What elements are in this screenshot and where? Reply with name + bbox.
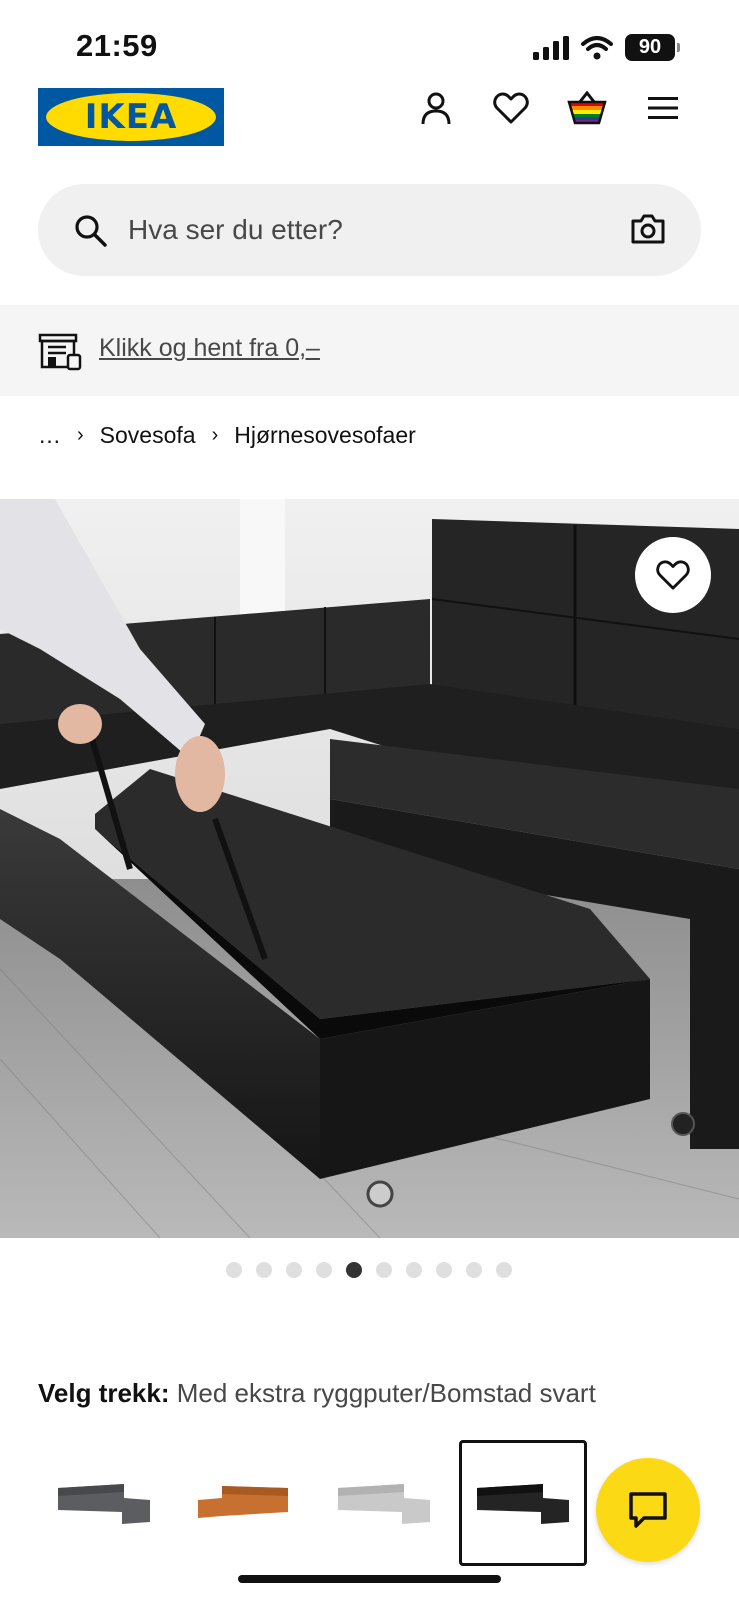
pagination-dot[interactable]: [436, 1262, 452, 1278]
pagination-dot[interactable]: [256, 1262, 272, 1278]
swatch-black-selected[interactable]: [459, 1440, 587, 1566]
image-pagination: [226, 1262, 512, 1278]
breadcrumb-item-sovesofa[interactable]: Sovesofa: [100, 422, 196, 449]
logo-text: IKEA: [84, 97, 178, 137]
status-time: 21:59: [76, 28, 158, 63]
swatch-dark-grey[interactable]: [40, 1440, 168, 1566]
breadcrumb-ellipsis[interactable]: …: [38, 422, 61, 449]
home-indicator[interactable]: [238, 1575, 501, 1583]
camera-icon[interactable]: [630, 213, 666, 245]
breadcrumb-item-hjornesovesofaer[interactable]: Hjørnesovesofaer: [234, 422, 416, 449]
store-icon: [38, 333, 82, 371]
profile-icon[interactable]: [416, 88, 456, 128]
pagination-dot[interactable]: [226, 1262, 242, 1278]
signal-icon: [533, 35, 569, 60]
add-to-favourites-button[interactable]: [635, 537, 711, 613]
sofa-thumbnail: [58, 1484, 150, 1524]
pagination-dot[interactable]: [316, 1262, 332, 1278]
sofa-thumbnail: [477, 1484, 569, 1524]
sofa-thumbnail: [198, 1486, 288, 1518]
variant-label-title: Velg trekk:: [38, 1378, 170, 1408]
corner-sofa-bed-illustration: [0, 499, 739, 1238]
status-icons: 90: [533, 34, 680, 61]
battery-indicator: 90: [625, 34, 680, 61]
wifi-icon: [581, 35, 613, 59]
heart-icon[interactable]: [491, 88, 531, 128]
ikea-logo[interactable]: IKEA ®: [38, 88, 224, 146]
product-image[interactable]: [0, 499, 739, 1238]
swatch-light-grey[interactable]: [320, 1440, 448, 1566]
menu-icon[interactable]: [643, 88, 683, 128]
pagination-dot[interactable]: [376, 1262, 392, 1278]
variant-selected-value: Med ekstra ryggputer/Bomstad svart: [176, 1378, 596, 1408]
pagination-dot[interactable]: [406, 1262, 422, 1278]
heart-icon: [656, 560, 690, 590]
click-collect-banner: Klikk og hent fra 0,–: [0, 305, 739, 396]
chevron-right-icon: ›: [77, 424, 84, 446]
pagination-dot[interactable]: [496, 1262, 512, 1278]
sofa-thumbnail: [338, 1484, 430, 1524]
shopping-bag-icon[interactable]: [567, 88, 607, 128]
click-collect-link[interactable]: Klikk og hent fra 0,–: [99, 334, 320, 363]
swatch-orange[interactable]: [180, 1440, 308, 1566]
pagination-dot[interactable]: [466, 1262, 482, 1278]
search-icon: [75, 215, 107, 247]
search-input[interactable]: [128, 208, 568, 252]
pagination-dot[interactable]: [286, 1262, 302, 1278]
chevron-right-icon: ›: [211, 424, 219, 446]
variant-label: Velg trekk: Med ekstra ryggputer/Bomstad…: [38, 1378, 596, 1409]
pagination-dot[interactable]: [346, 1262, 362, 1278]
chat-button[interactable]: [596, 1458, 700, 1562]
breadcrumb: … › Sovesofa › Hjørnesovesofaer: [38, 422, 416, 449]
chat-icon: [629, 1492, 667, 1528]
search-bar[interactable]: [38, 184, 701, 276]
